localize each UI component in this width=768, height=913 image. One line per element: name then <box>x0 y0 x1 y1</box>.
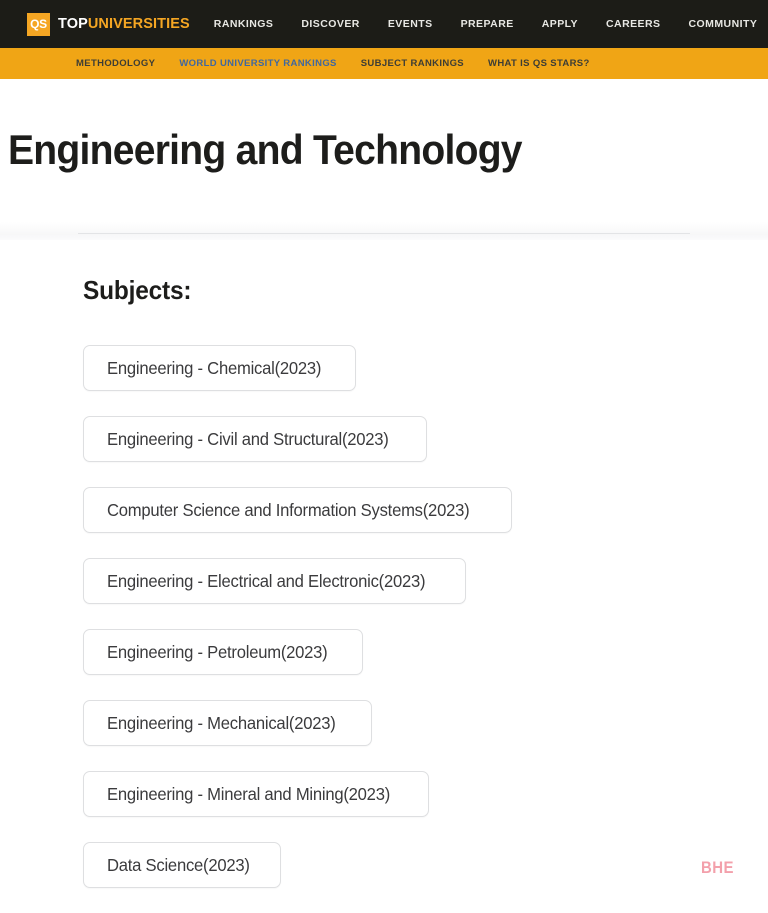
subject-button-engineering-mineral-and-mining[interactable]: Engineering - Mineral and Mining(2023) <box>83 771 429 817</box>
site-logo[interactable]: QS TOPUNIVERSITIES <box>27 12 190 36</box>
watermark: BHE <box>701 858 734 877</box>
secondary-navigation-bar: METHODOLOGY WORLD UNIVERSITY RANKINGS SU… <box>0 48 768 79</box>
nav-item-events[interactable]: EVENTS <box>388 18 433 30</box>
brand-wordmark-top: TOP <box>58 16 88 32</box>
nav-item-apply[interactable]: APPLY <box>542 18 578 30</box>
nav-item-rankings[interactable]: RANKINGS <box>214 18 274 30</box>
secondary-nav-links: METHODOLOGY WORLD UNIVERSITY RANKINGS SU… <box>76 58 590 69</box>
subnav-item-what-is-qs-stars[interactable]: WHAT IS QS STARS? <box>488 58 590 69</box>
primary-nav-links: RANKINGS DISCOVER EVENTS PREPARE APPLY C… <box>214 18 768 30</box>
subject-button-label: Engineering - Chemical(2023) <box>107 358 322 378</box>
nav-item-community[interactable]: COMMUNITY <box>689 18 758 30</box>
top-navigation-bar: QS TOPUNIVERSITIES RANKINGS DISCOVER EVE… <box>0 0 768 48</box>
section-divider-band <box>0 222 768 240</box>
subject-button-label: Engineering - Petroleum(2023) <box>107 642 328 662</box>
subject-button-label: Engineering - Mechanical(2023) <box>107 713 336 733</box>
subject-list: Engineering - Chemical(2023) Engineering… <box>83 345 743 913</box>
subject-button-label: Computer Science and Information Systems… <box>107 500 470 520</box>
subject-button-computer-science-and-information-systems[interactable]: Computer Science and Information Systems… <box>83 487 513 533</box>
subject-button-label: Engineering - Electrical and Electronic(… <box>107 571 426 591</box>
nav-item-careers[interactable]: CAREERS <box>606 18 661 30</box>
section-divider-line <box>78 233 690 234</box>
subjects-heading: Subjects: <box>83 275 192 305</box>
nav-item-discover[interactable]: DISCOVER <box>301 18 359 30</box>
subnav-item-methodology[interactable]: METHODOLOGY <box>76 58 155 69</box>
subnav-item-subject-rankings[interactable]: SUBJECT RANKINGS <box>361 58 464 69</box>
subject-button-engineering-electrical-and-electronic[interactable]: Engineering - Electrical and Electronic(… <box>83 558 467 604</box>
subject-button-engineering-chemical[interactable]: Engineering - Chemical(2023) <box>83 345 357 391</box>
subject-button-label: Data Science(2023) <box>107 855 250 875</box>
page-title: Engineering and Technology <box>8 126 523 173</box>
subject-button-engineering-civil-and-structural[interactable]: Engineering - Civil and Structural(2023) <box>83 416 428 462</box>
nav-item-prepare[interactable]: PREPARE <box>461 18 514 30</box>
subject-button-data-science[interactable]: Data Science(2023) <box>83 842 282 888</box>
subnav-item-world-university-rankings[interactable]: WORLD UNIVERSITY RANKINGS <box>179 58 336 69</box>
subject-button-label: Engineering - Mineral and Mining(2023) <box>107 784 391 804</box>
subject-button-engineering-petroleum[interactable]: Engineering - Petroleum(2023) <box>83 629 364 675</box>
brand-wordmark-universities: UNIVERSITIES <box>87 16 190 32</box>
subject-button-label: Engineering - Civil and Structural(2023) <box>107 429 389 449</box>
brand-wordmark: TOPUNIVERSITIES <box>58 16 190 32</box>
qs-logo-icon: QS <box>27 12 50 36</box>
subject-button-engineering-mechanical[interactable]: Engineering - Mechanical(2023) <box>83 700 372 746</box>
